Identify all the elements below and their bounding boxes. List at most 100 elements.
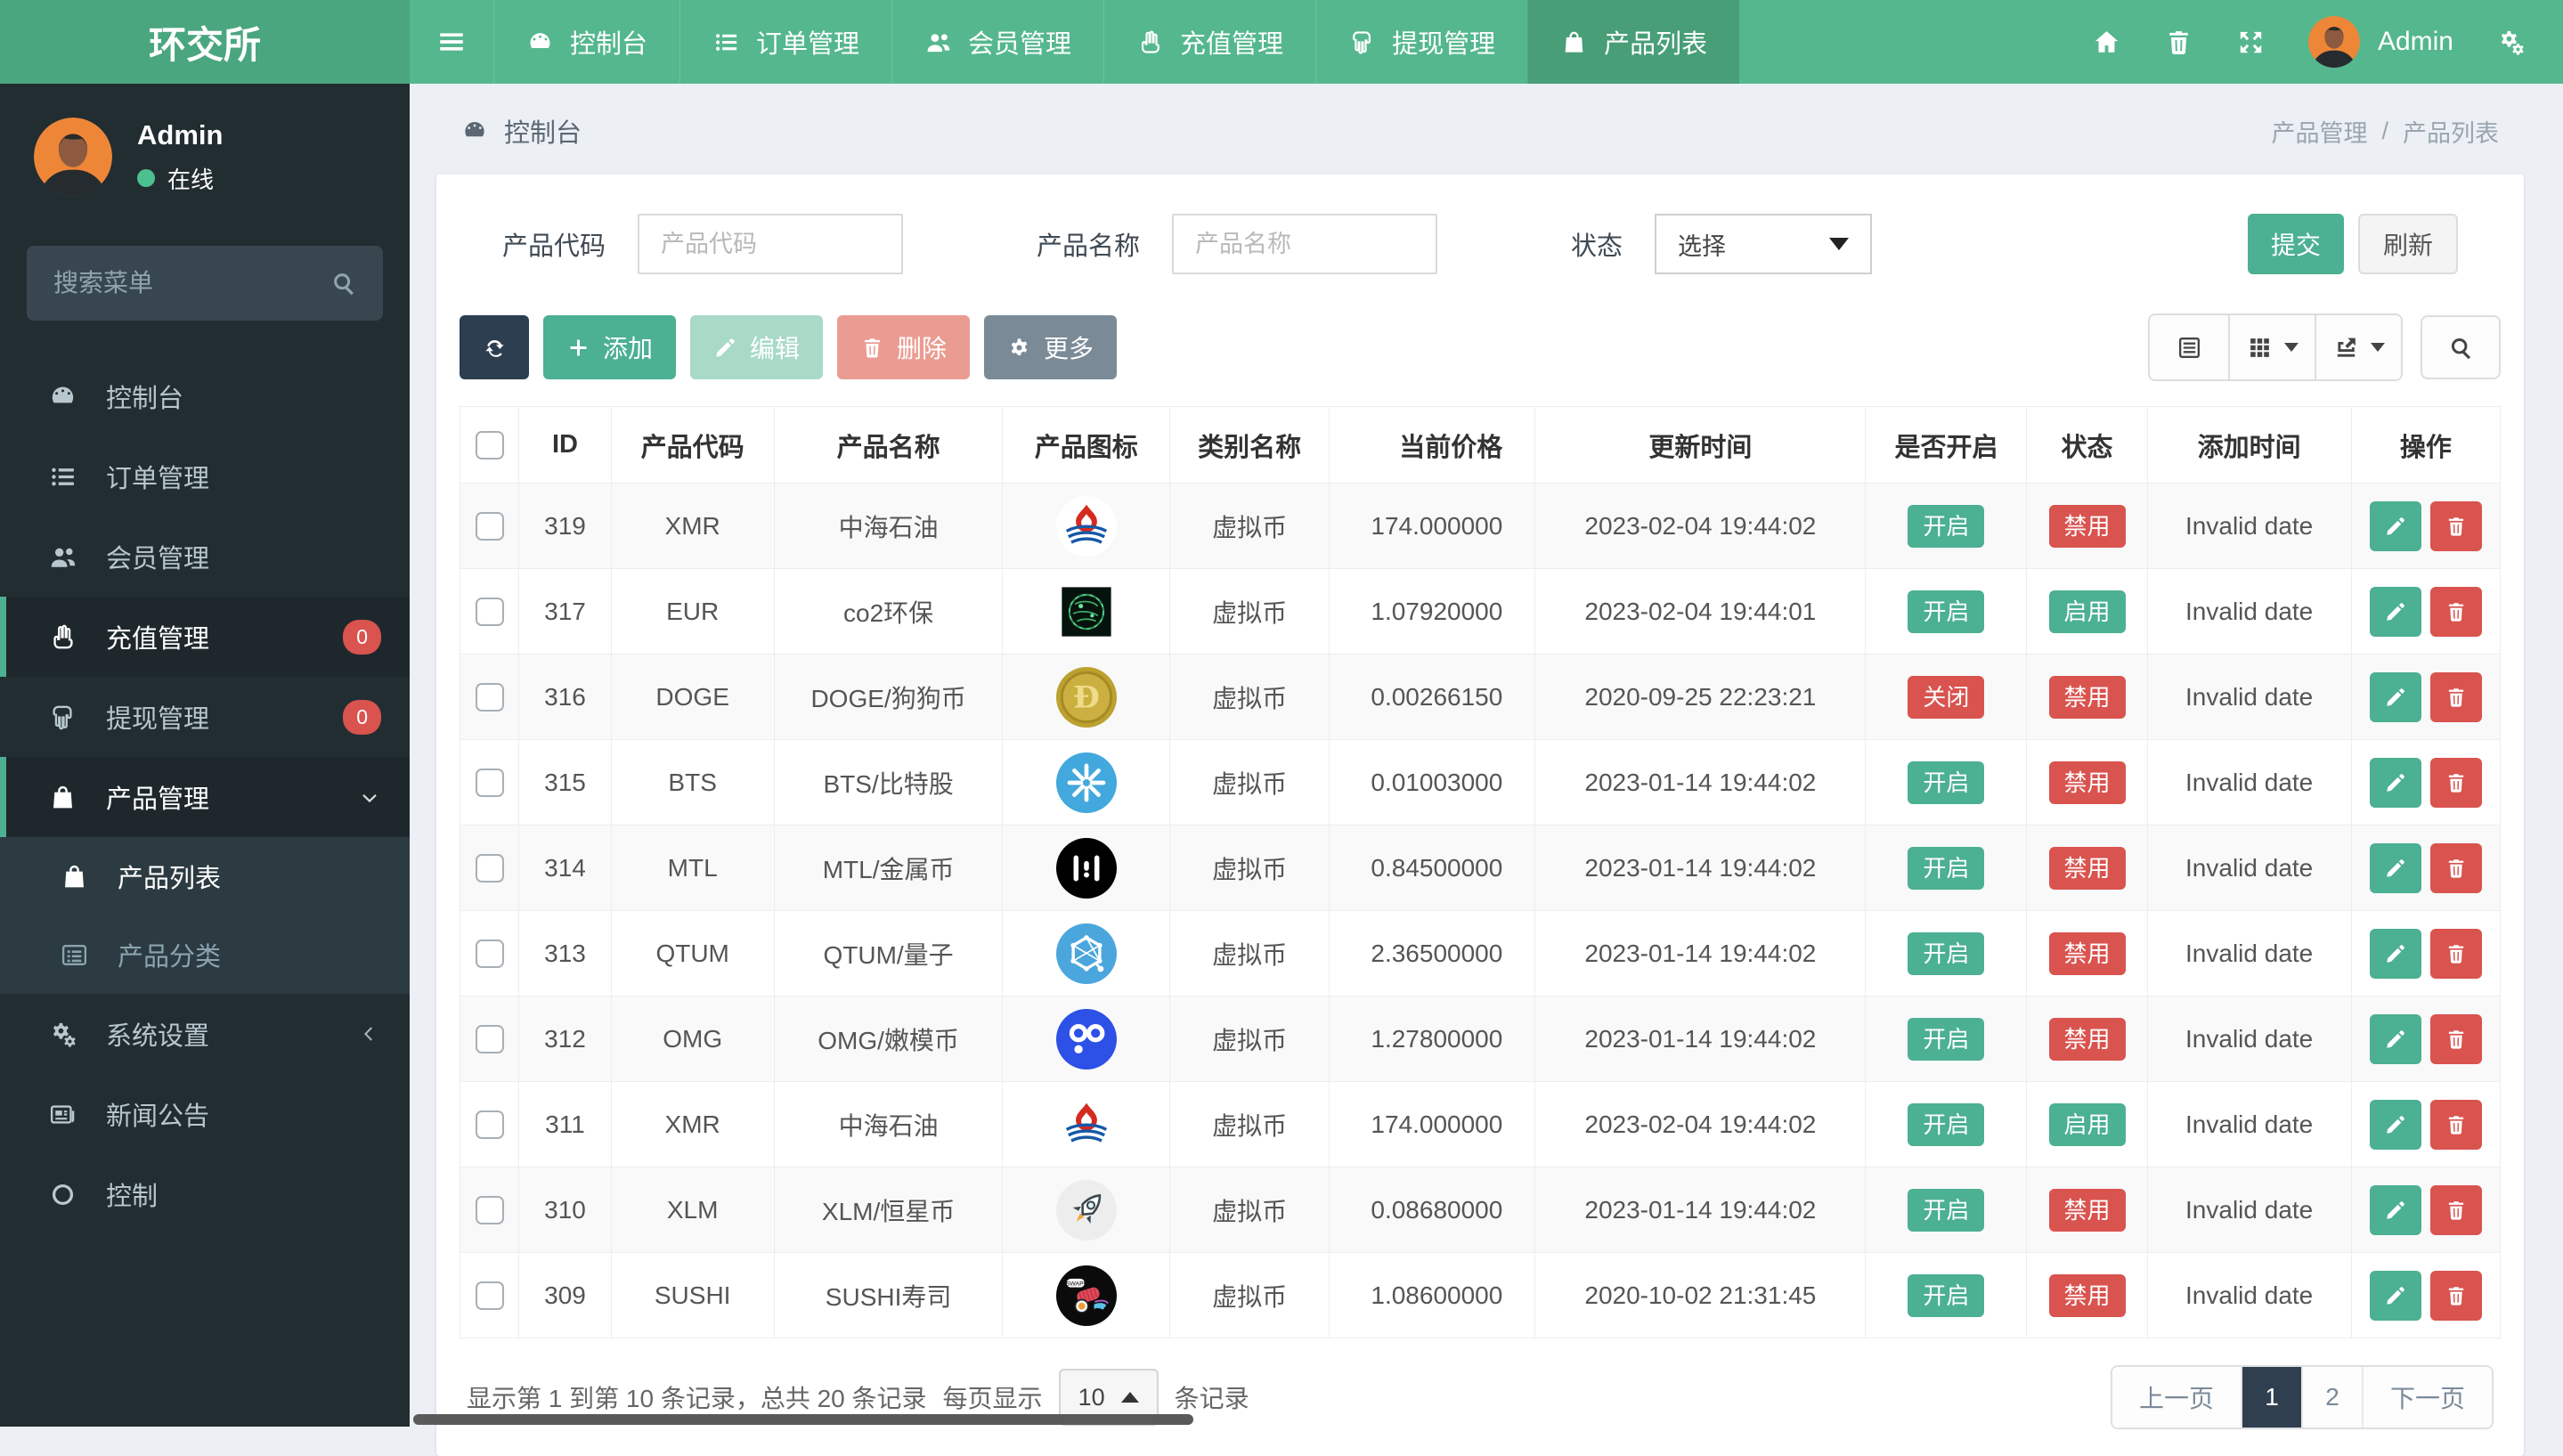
row-delete-button[interactable] (2429, 1099, 2482, 1150)
sidebar-item-system-settings[interactable]: 系统设置 (0, 994, 410, 1074)
pagination-next[interactable]: 下一页 (2363, 1367, 2492, 1428)
row-delete-button[interactable] (2429, 671, 2482, 722)
table-row: 310 XLM XLM/恒星币 虚拟币 0.08680000 2023-01-14 19:… (459, 1167, 2502, 1253)
more-button[interactable]: 更多 (984, 315, 1118, 379)
main-content: 控制台 产品管理 / 产品列表 产品代码 产品名称 状态 选择 (410, 84, 2563, 1456)
row-checkbox[interactable] (475, 854, 504, 883)
export-button[interactable] (2316, 315, 2401, 379)
cell-category: 虚拟币 (1169, 910, 1330, 996)
row-delete-button[interactable] (2429, 1184, 2482, 1235)
cell-product-name: co2环保 (773, 568, 1004, 655)
row-edit-button[interactable] (2369, 842, 2421, 893)
row-checkbox[interactable] (475, 1025, 504, 1054)
column-header-8: 状态 (2026, 406, 2148, 484)
reload-button[interactable] (460, 315, 529, 379)
news-icon (44, 1100, 81, 1129)
cell-product-code: DOGE (610, 654, 775, 740)
row-edit-button[interactable] (2369, 1099, 2421, 1150)
open-state-cell: 开启 (1865, 568, 2028, 655)
row-delete-button[interactable] (2429, 500, 2482, 551)
row-checkbox[interactable] (475, 512, 504, 541)
edit-button[interactable]: 编辑 (690, 315, 824, 379)
refresh-button[interactable]: 刷新 (2357, 214, 2458, 274)
sidebar-item-label: 新闻公告 (106, 1102, 210, 1131)
cell-actions (2350, 483, 2502, 569)
submit-button[interactable]: 提交 (2247, 214, 2344, 274)
caret-down-icon (2284, 343, 2299, 352)
row-delete-button[interactable] (2429, 1270, 2482, 1321)
fullscreen-icon[interactable] (2236, 28, 2266, 57)
nav-item-dashboard[interactable]: 控制台 (493, 0, 679, 84)
row-edit-button[interactable] (2369, 1270, 2421, 1321)
nav-item-withdraw[interactable]: 提现管理 (1315, 0, 1527, 84)
row-delete-button[interactable] (2429, 586, 2482, 637)
row-checkbox[interactable] (475, 598, 504, 627)
row-checkbox[interactable] (475, 1196, 504, 1225)
nav-item-recharge[interactable]: 充值管理 (1103, 0, 1315, 84)
add-button[interactable]: 添加 (543, 315, 677, 379)
sidebar-item-withdraw[interactable]: 提现管理 0 (0, 677, 410, 757)
sidebar-item-product-category[interactable]: 产品分类 (0, 915, 410, 994)
row-delete-button[interactable] (2429, 842, 2482, 893)
row-checkbox[interactable] (475, 1281, 504, 1311)
row-delete-button[interactable] (2429, 1013, 2482, 1064)
delete-button[interactable]: 删除 (837, 315, 971, 379)
status-select[interactable]: 选择 (1655, 214, 1873, 274)
row-checkbox[interactable] (475, 683, 504, 712)
status-state-cell: 禁用 (2026, 1252, 2148, 1338)
cell-added-time: Invalid date (2146, 1081, 2352, 1167)
sidebar-item-members[interactable]: 会员管理 (0, 517, 410, 597)
cell-product-code: XMR (610, 483, 775, 569)
horizontal-scrollbar[interactable] (413, 1414, 1193, 1425)
mtl-logo (1055, 837, 1117, 899)
detail-view-button[interactable] (2150, 315, 2230, 379)
cell-updated-time: 2023-01-14 19:44:02 (1534, 996, 1867, 1082)
trash-icon (2445, 857, 2468, 880)
sidebar-item-product-list[interactable]: 产品列表 (0, 837, 410, 915)
nav-item-members[interactable]: 会员管理 (891, 0, 1103, 84)
cell-price: 0.84500000 (1328, 825, 1536, 911)
nav-item-product-list[interactable]: 产品列表 (1527, 0, 1740, 84)
cell-category: 虚拟币 (1169, 1081, 1330, 1167)
sidebar-item-recharge[interactable]: 充值管理 0 (0, 597, 410, 677)
row-delete-button[interactable] (2429, 757, 2482, 808)
home-icon[interactable] (2092, 28, 2121, 57)
cell-id: 310 (518, 1167, 612, 1253)
cell-product-name: 中海石油 (773, 483, 1004, 569)
row-edit-button[interactable] (2369, 500, 2421, 551)
row-checkbox[interactable] (475, 769, 504, 798)
product-table-wrap: ID 产品代码 产品名称 产品图标 类别名称 当前价格 更新时间 是否开启 状态 添加时间 操作 3… (459, 406, 2502, 1338)
row-edit-button[interactable] (2369, 1184, 2421, 1235)
sidebar-item-orders[interactable]: 订单管理 (0, 436, 410, 517)
sidebar-item-product-manage[interactable]: 产品管理 (0, 757, 410, 837)
sidebar-item-news[interactable]: 新闻公告 (0, 1074, 410, 1154)
user-menu[interactable]: Admin (2307, 16, 2453, 68)
sidebar-item-dashboard[interactable]: 控制台 (0, 356, 410, 436)
nav-item-orders[interactable]: 订单管理 (679, 0, 891, 84)
row-edit-button[interactable] (2369, 757, 2421, 808)
pagination-page-2[interactable]: 2 (2302, 1367, 2364, 1428)
settings-gears-icon[interactable] (2496, 28, 2526, 57)
select-all-checkbox[interactable] (475, 431, 504, 460)
sidebar-toggle-button[interactable] (410, 0, 493, 84)
row-delete-button[interactable] (2429, 928, 2482, 979)
row-checkbox[interactable] (475, 939, 504, 969)
row-edit-button[interactable] (2369, 586, 2421, 637)
product-name-input[interactable] (1172, 214, 1438, 274)
open-state-badge: 开启 (1908, 846, 1985, 890)
row-checkbox[interactable] (475, 1110, 504, 1140)
columns-button[interactable] (2230, 315, 2316, 379)
table-search-button[interactable] (2421, 315, 2501, 379)
sidebar-item-control[interactable]: 控制 (0, 1154, 410, 1234)
row-edit-button[interactable] (2369, 1013, 2421, 1064)
breadcrumb-parent[interactable]: 产品管理 (2271, 114, 2367, 149)
cell-id: 314 (518, 825, 612, 911)
pagination-page-1[interactable]: 1 (2242, 1367, 2303, 1428)
trash-icon[interactable] (2164, 28, 2193, 57)
row-edit-button[interactable] (2369, 928, 2421, 979)
pagination-prev[interactable]: 上一页 (2111, 1367, 2242, 1428)
product-code-input[interactable] (638, 214, 904, 274)
row-edit-button[interactable] (2369, 671, 2421, 722)
cell-actions (2350, 1167, 2502, 1253)
brand-logo[interactable]: 环交所 (0, 0, 410, 84)
